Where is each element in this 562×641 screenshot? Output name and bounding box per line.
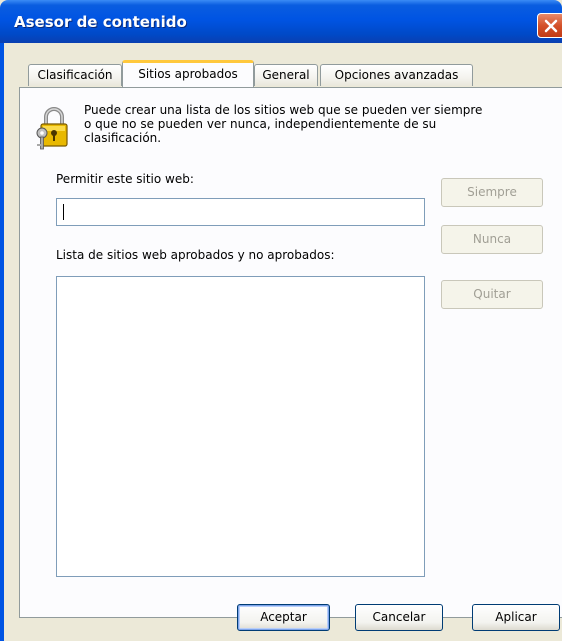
ok-button[interactable]: Aceptar bbox=[237, 604, 330, 631]
lock-key-icon bbox=[36, 107, 68, 150]
cancel-button[interactable]: Cancelar bbox=[355, 604, 443, 631]
text-caret bbox=[63, 204, 64, 220]
info-text: Puede crear una lista de los sitios web … bbox=[84, 103, 554, 145]
allow-site-input[interactable] bbox=[56, 198, 425, 226]
close-icon bbox=[544, 19, 558, 33]
close-button[interactable] bbox=[537, 13, 562, 38]
info-line-2: o que no se pueden ver nunca, independie… bbox=[84, 117, 437, 131]
site-list-label: Lista de sitios web aprobados y no aprob… bbox=[56, 248, 335, 262]
tab-opciones-avanzadas[interactable]: Opciones avanzadas bbox=[320, 64, 473, 86]
tab-general[interactable]: General bbox=[254, 64, 318, 86]
tab-sitios-aprobados[interactable]: Sitios aprobados bbox=[122, 60, 254, 87]
info-line-1: Puede crear una lista de los sitios web … bbox=[84, 103, 483, 117]
never-button[interactable]: Nunca bbox=[441, 225, 543, 254]
always-button[interactable]: Siempre bbox=[441, 178, 543, 207]
content-advisor-dialog: Asesor de contenido Clasificación Sitios… bbox=[0, 0, 562, 641]
window-frame-left bbox=[0, 43, 4, 641]
tab-clasificacion[interactable]: Clasificación bbox=[28, 64, 122, 86]
window-title: Asesor de contenido bbox=[14, 13, 187, 31]
apply-button[interactable]: Aplicar bbox=[472, 604, 560, 631]
info-line-3: clasificación. bbox=[84, 131, 162, 145]
title-bar[interactable]: Asesor de contenido bbox=[0, 0, 562, 43]
site-list[interactable] bbox=[56, 276, 425, 577]
remove-button[interactable]: Quitar bbox=[441, 280, 543, 309]
allow-site-label: Permitir este sitio web: bbox=[56, 172, 194, 186]
